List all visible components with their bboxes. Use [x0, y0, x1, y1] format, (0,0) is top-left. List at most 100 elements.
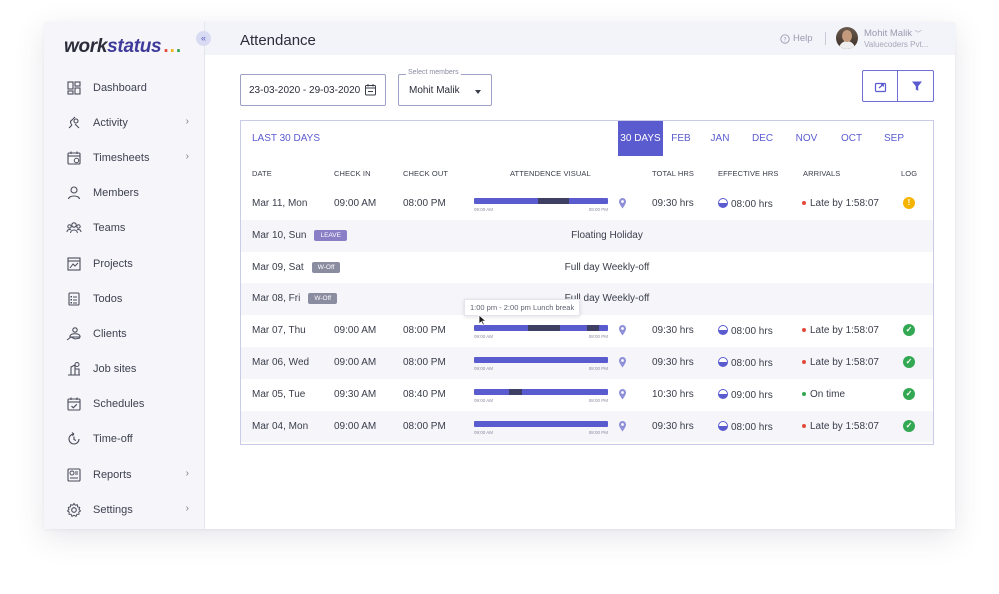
location-pin-icon[interactable] [618, 387, 627, 405]
effective-hours-text: 09:00 hrs [731, 389, 773, 401]
sidebar-item-settings[interactable]: Settings › [44, 492, 205, 527]
attendance-visual[interactable]: 09:00 AM 08:00 PM [474, 356, 608, 376]
sidebar-item-label: Timesheets [93, 151, 150, 164]
members-icon [66, 185, 82, 201]
attendance-bar [474, 420, 608, 427]
check-out-time: 08:00 PM [403, 356, 446, 368]
page-title: Attendance [240, 32, 316, 49]
visual-start-label: 09:00 AM [474, 397, 494, 403]
tab-30-days[interactable]: 30 DAYS [618, 121, 663, 156]
attendance-visual[interactable]: 09:00 AM 08:00 PM [474, 197, 608, 217]
table-header: DATE CHECK IN CHECK OUT ATTENDENCE VISUAL TO… [241, 158, 933, 188]
sidebar-item-schedules[interactable]: Schedules [44, 387, 205, 422]
row-date: Mar 07, Thu [252, 325, 306, 336]
sidebar-item-clients[interactable]: Clients [44, 316, 205, 351]
row-date: Mar 06, Wed [252, 357, 309, 368]
row-note: Full day Weekly-off [564, 261, 650, 273]
sidebar-item-reports[interactable]: Reports › [44, 457, 205, 492]
location-pin-icon[interactable] [618, 355, 627, 373]
sidebar-item-label: Reports [93, 468, 132, 481]
location-pin-icon[interactable] [618, 196, 627, 214]
sidebar-item-activity[interactable]: Activity › [44, 105, 205, 140]
table-row: Mar 11, Mon 09:00 AM 08:00 PM 09:00 AM 08:00… [241, 188, 933, 220]
row-date-text: Mar 07, Thu [252, 325, 306, 337]
warning-icon[interactable]: ! [903, 197, 915, 209]
svg-text:?: ? [783, 36, 786, 43]
tab-feb[interactable]: FEB [663, 121, 699, 156]
tab-oct[interactable]: OCT [829, 121, 874, 156]
help-link[interactable]: ? Help [780, 33, 813, 44]
sidebar-item-todos[interactable]: Todos [44, 281, 205, 316]
row-date-text: Mar 04, Mon [252, 420, 309, 432]
attendance-visual[interactable]: 09:00 AM 08:00 PM [474, 388, 608, 408]
sidebar-item-timesheets[interactable]: Timesheets › [44, 140, 205, 175]
sidebar-item-dashboard[interactable]: Dashboard [44, 70, 205, 105]
sidebar-item-job-sites[interactable]: Job sites [44, 352, 205, 387]
total-hours: 10:30 hrs [652, 388, 694, 400]
user-org: Valuecoders Pvt... [864, 40, 929, 49]
visual-end-label: 08:00 PM [588, 334, 608, 340]
visual-start-label: 09:00 AM [474, 429, 494, 435]
sidebar-item-members[interactable]: Members [44, 176, 205, 211]
location-pin-icon[interactable] [618, 323, 627, 341]
break-segment[interactable] [538, 198, 570, 204]
status-dot-icon [802, 328, 806, 333]
period-header: LAST 30 DAYS 30 DAYS FEB JAN DEC NOV OCT SEP [241, 121, 933, 156]
table-row: Mar 06, Wed 09:00 AM 08:00 PM 09:00 AM 08:00… [241, 346, 933, 379]
arrival-status: Late by 1:58:07 [802, 357, 879, 368]
tab-nov[interactable]: NOV [784, 121, 829, 156]
sidebar-item-time-off[interactable]: Time-off [44, 422, 205, 457]
sidebar-item-teams[interactable]: Teams [44, 211, 205, 246]
calendar-icon [365, 84, 376, 96]
tab-jan[interactable]: JAN [699, 121, 741, 156]
sidebar-nav: Dashboard Activity › Timesheets › Members Team… [44, 70, 205, 527]
table-body: Mar 11, Mon 09:00 AM 08:00 PM 09:00 AM 08:00… [241, 188, 933, 443]
effective-hours: 08:00 hrs [718, 325, 773, 337]
tab-dec[interactable]: DEC [741, 121, 784, 156]
break-segment[interactable] [586, 325, 599, 332]
logo[interactable]: workstatus... [64, 36, 182, 58]
visual-end-label: 08:00 PM [588, 207, 608, 212]
arrival-status: Late by 1:58:07 [802, 325, 879, 336]
total-hours: 09:30 hrs [652, 356, 694, 368]
export-button[interactable] [863, 71, 898, 101]
member-select-label: Select members [406, 69, 461, 76]
check-circle-icon[interactable]: ✓ [903, 419, 915, 432]
break-segment[interactable] [508, 388, 523, 395]
member-select[interactable]: Select members Mohit Malik [398, 69, 492, 106]
collapse-sidebar-button[interactable]: « [196, 31, 211, 46]
chevron-down-icon: ﹀ [914, 31, 922, 38]
check-circle-icon[interactable]: ✓ [903, 324, 915, 337]
main-content: 23-03-2020 - 29-03-2020 Select members M… [205, 55, 955, 529]
status-dot-icon [802, 423, 806, 428]
tab-sep[interactable]: SEP [874, 121, 914, 156]
sidebar-item-projects[interactable]: Projects [44, 246, 205, 281]
user-menu[interactable]: Mohit Malik ﹀ [864, 28, 922, 39]
half-circle-icon [718, 325, 728, 336]
row-note: Floating Holiday [571, 229, 643, 241]
attendance-visual[interactable]: 09:00 AM 08:00 PM [474, 420, 608, 440]
visual-end-label: 08:00 PM [588, 365, 608, 371]
avatar[interactable] [836, 27, 858, 49]
attendance-visual[interactable]: 09:00 AM 08:00 PM [474, 324, 608, 344]
clients-icon [66, 326, 82, 342]
check-circle-icon[interactable]: ✓ [903, 355, 915, 368]
visual-start-label: 09:00 AM [474, 207, 494, 212]
location-pin-icon[interactable] [618, 419, 627, 437]
date-range-picker[interactable]: 23-03-2020 - 29-03-2020 [240, 74, 386, 106]
arrival-status: Late by 1:58:07 [802, 421, 879, 432]
half-circle-icon [718, 198, 728, 208]
row-date: Mar 04, Mon [252, 421, 308, 432]
visual-end-label: 08:00 PM [588, 397, 608, 403]
check-circle-icon[interactable]: ✓ [903, 387, 915, 400]
half-circle-icon [718, 388, 728, 399]
row-date-text: Mar 05, Tue [252, 388, 306, 400]
attendance-bar [474, 198, 608, 204]
filter-button[interactable] [899, 71, 934, 101]
visual-start-label: 09:00 AM [474, 365, 494, 371]
topbar: Attendance ? Help Mohit Malik ﹀ Valuecod… [205, 22, 955, 55]
sidebar-item-label: Time-off [93, 433, 133, 446]
sidebar-item-label: Schedules [93, 398, 145, 411]
break-segment[interactable] [527, 325, 560, 332]
effective-hours: 09:00 hrs [718, 388, 773, 401]
